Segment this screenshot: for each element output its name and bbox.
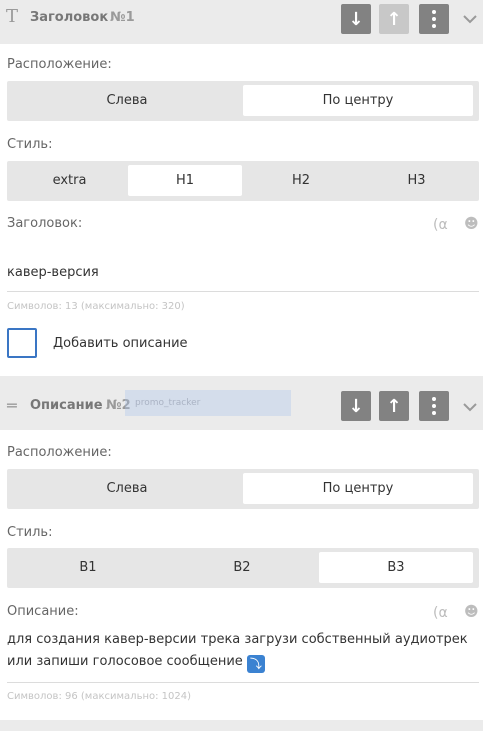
kebab-dot (432, 24, 436, 28)
placement-label: Расположение: (7, 57, 112, 72)
text-type-icon: T (6, 6, 19, 27)
kebab-menu-icon (432, 397, 436, 401)
add-description-checkbox[interactable] (7, 328, 37, 358)
add-description-label: Добавить описание (53, 336, 188, 351)
style-label: Стиль: (7, 525, 53, 540)
kebab-dot (432, 411, 436, 415)
style-segmented-control: extra H1 H2 H3 (7, 161, 479, 201)
arrow-up-icon: ↑ (386, 395, 402, 417)
drag-ghost-element: promo_tracker (125, 390, 291, 416)
heading-input[interactable]: кавер-версия (7, 262, 99, 284)
placement-left-option[interactable]: Слева (11, 473, 243, 504)
style-option-h1[interactable]: H1 (128, 165, 242, 196)
arrow-down-icon: ↓ (348, 8, 364, 30)
placement-center-option[interactable]: По центру (243, 473, 473, 504)
style-option-h2[interactable]: H2 (244, 165, 358, 196)
emoji-icon[interactable]: ☻ (464, 216, 479, 232)
arrow-curve-down-emoji-icon: ⤵ (246, 655, 265, 673)
emoji-icon[interactable]: ☻ (464, 604, 479, 620)
description-input[interactable]: для создания кавер-версии трека загрузи … (7, 629, 479, 673)
heading-field-label: Заголовок: (7, 216, 83, 231)
description-field-label: Описание: (7, 604, 79, 619)
style-option-b2[interactable]: B2 (165, 552, 319, 583)
style-option-b1[interactable]: B1 (11, 552, 165, 583)
block-menu-button[interactable] (419, 4, 449, 34)
move-down-button[interactable]: ↓ (341, 391, 371, 421)
chevron-down-icon[interactable] (463, 14, 477, 24)
block-header-heading: T Заголовок №1 ↓ ↑ (0, 0, 483, 44)
arrow-up-icon: ↑ (386, 8, 402, 30)
placement-segmented-control: Слева По центру (7, 469, 479, 509)
placement-center-option[interactable]: По центру (243, 85, 473, 116)
block-menu-button[interactable] (419, 391, 449, 421)
move-up-button[interactable]: ↑ (379, 391, 409, 421)
description-input-underline (7, 682, 479, 683)
style-option-extra[interactable]: extra (11, 165, 128, 196)
variable-insert-icon[interactable]: (α (433, 217, 448, 233)
variable-insert-icon[interactable]: (α (433, 605, 448, 621)
style-option-b3[interactable]: B3 (319, 552, 473, 583)
block-number: №1 (110, 10, 135, 25)
block-title: Заголовок (30, 10, 109, 25)
move-down-button[interactable]: ↓ (341, 4, 371, 34)
style-label: Стиль: (7, 137, 53, 152)
move-up-button[interactable]: ↑ (379, 4, 409, 34)
heading-input-underline (7, 291, 479, 292)
kebab-menu-icon (432, 10, 436, 14)
chevron-down-icon[interactable] (463, 402, 477, 412)
style-option-h3[interactable]: H3 (360, 165, 473, 196)
description-char-count: Символов: 96 (максимально: 1024) (7, 691, 192, 702)
next-block-edge (0, 720, 483, 731)
placement-segmented-control: Слева По центру (7, 81, 479, 121)
arrow-down-icon: ↓ (348, 395, 364, 417)
kebab-dot (432, 404, 436, 408)
heading-char-count: Символов: 13 (максимально: 320) (7, 301, 185, 312)
block-title: Описание (30, 398, 103, 413)
description-text: для создания кавер-версии трека загрузи … (7, 632, 468, 669)
placement-label: Расположение: (7, 445, 112, 460)
drag-handle-icon[interactable]: ═ (7, 396, 17, 415)
kebab-dot (432, 17, 436, 21)
style-segmented-control: B1 B2 B3 (7, 548, 479, 588)
placement-left-option[interactable]: Слева (11, 85, 243, 116)
